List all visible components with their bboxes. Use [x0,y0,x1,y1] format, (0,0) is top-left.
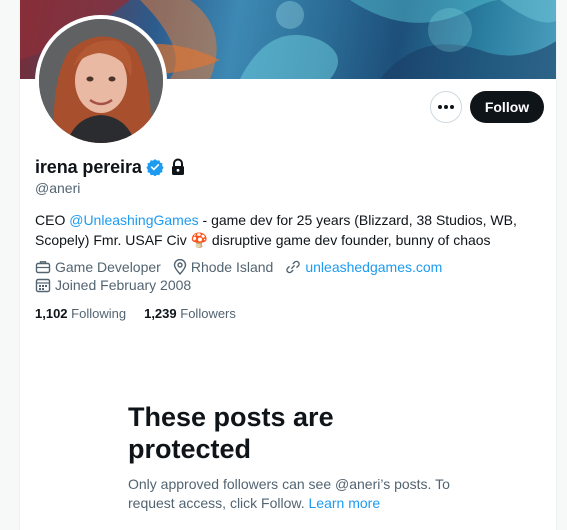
profile-joined-date: Joined February 2008 [55,277,192,293]
profile-stats: 1,102 Following 1,239 Followers [35,306,254,321]
profile-card: Follow irena pereira @aneri CEO @Unleash… [19,0,557,530]
protected-posts-description: Only approved followers can see @aneri’s… [128,475,468,513]
profile-joined-row: Joined February 2008 [35,277,203,293]
website-item: unleashedgames.com [285,259,442,275]
calendar-icon [35,278,51,293]
profile-bio: CEO @UnleashingGames - game dev for 25 y… [35,210,540,250]
bio-suffix: disruptive game dev founder, bunny of ch… [208,232,491,248]
protected-description-text: Only approved followers can see @aneri’s… [128,476,450,511]
briefcase-icon [35,261,51,274]
display-name: irena pereira [35,156,142,177]
followers-label: Followers [180,306,236,321]
more-options-button[interactable] [430,91,462,123]
lock-icon [171,158,184,175]
category-item: Game Developer [35,259,161,275]
location-pin-icon [173,259,187,275]
profile-category: Game Developer [55,259,161,275]
profile-handle: @aneri [35,180,81,196]
joined-item: Joined February 2008 [35,277,191,293]
profile-website-link[interactable]: unleashedgames.com [305,259,442,275]
protected-posts-title: These posts are protected [128,402,334,464]
profile-location: Rhode Island [190,259,274,275]
following-stat[interactable]: 1,102 Following [35,306,126,321]
followers-stat[interactable]: 1,239 Followers [144,306,236,321]
follow-button[interactable]: Follow [470,91,544,123]
link-icon [286,260,301,274]
verified-badge-icon[interactable] [146,158,164,176]
following-label: Following [71,306,127,321]
location-item: Rhode Island [173,259,274,275]
profile-meta-row: Game Developer Rhode Island unleashedgam… [35,259,454,275]
learn-more-link[interactable]: Learn more [309,495,381,511]
bio-mention-link[interactable]: @UnleashingGames [69,212,198,228]
profile-name-row: irena pereira [35,155,186,179]
profile-avatar[interactable] [35,15,167,147]
mushroom-emoji: 🍄 [190,232,209,248]
followers-count: 1,239 [144,306,177,321]
bio-prefix: CEO [35,212,70,228]
following-count: 1,102 [35,306,68,321]
more-options-icon [438,105,454,109]
